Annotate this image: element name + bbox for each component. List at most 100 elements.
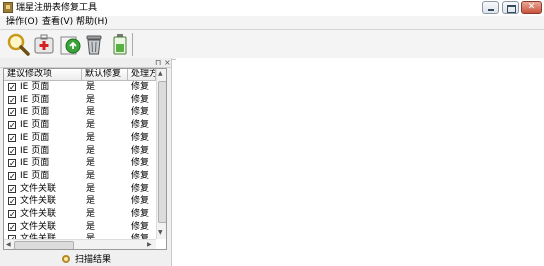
scan-tool-button[interactable]	[6, 32, 30, 56]
table-row[interactable]: ✓ IE 页面 是 修复	[4, 132, 156, 145]
left-panel: ⊓ × 建议修改项 默认修复 处理方 ✓ IE 页面是修复 ✓ IE 页面是修复 ✓ IE…	[0, 58, 172, 266]
delete-tool-button[interactable]	[82, 32, 106, 56]
table-row[interactable]: ✓ 文件关联 是 修复	[4, 221, 156, 234]
row-checkbox[interactable]: ✓	[8, 108, 16, 117]
minimize-button[interactable]	[482, 1, 499, 14]
table-row[interactable]: ✓ IE 页面 是 修复	[4, 170, 156, 183]
row-item: IE 页面	[20, 94, 50, 105]
row-checkbox[interactable]: ✓	[8, 121, 16, 130]
row-default-fix: 是	[86, 107, 96, 118]
repair-list: 建议修改项 默认修复 处理方 ✓ IE 页面是修复 ✓ IE 页面是修复 ✓ IE 页面是…	[3, 68, 167, 250]
pin-icon[interactable]: ⊓	[155, 58, 161, 67]
row-default-fix: 是	[86, 196, 96, 207]
column-header-default-fix[interactable]: 默认修复	[82, 69, 128, 80]
row-checkbox[interactable]: ✓	[8, 146, 16, 155]
scroll-down-icon[interactable]: ▼	[158, 230, 163, 236]
maximize-icon	[507, 5, 516, 13]
row-item: IE 页面	[20, 158, 50, 169]
table-row[interactable]: ✓ 文件关联 是 修复	[4, 183, 156, 196]
row-item: IE 页面	[20, 107, 50, 118]
row-item: IE 页面	[20, 132, 50, 143]
battery-icon	[113, 34, 127, 55]
repair-tool-button[interactable]	[32, 32, 56, 56]
row-default-fix: 是	[86, 145, 96, 156]
scan-result-label: 扫描结果	[75, 255, 112, 265]
toolbar	[0, 29, 544, 60]
row-action: 修复	[131, 132, 150, 143]
table-row[interactable]: ✓ 文件关联 是 修复	[4, 208, 156, 221]
row-checkbox[interactable]: ✓	[8, 95, 16, 104]
table-row[interactable]: ✓ IE 页面 是 修复	[4, 145, 156, 158]
row-checkbox[interactable]: ✓	[8, 133, 16, 142]
restore-icon	[60, 36, 81, 55]
row-default-fix: 是	[86, 221, 96, 232]
row-item: 文件关联	[20, 221, 57, 232]
row-checkbox[interactable]: ✓	[8, 159, 16, 168]
row-default-fix: 是	[86, 158, 96, 169]
menu-bar: 操作(O) 查看(V) 帮助(H)	[0, 16, 544, 29]
app-icon	[3, 2, 13, 13]
minimize-icon	[488, 9, 494, 11]
detail-pane	[176, 58, 544, 266]
row-action: 修复	[131, 196, 150, 207]
row-item: 文件关联	[20, 183, 57, 194]
list-header: 建议修改项 默认修复 处理方	[4, 69, 156, 81]
row-checkbox[interactable]: ✓	[8, 222, 16, 231]
vertical-scrollbar[interactable]: ▲ ▼	[156, 69, 166, 239]
table-row[interactable]: ✓ IE 页面 是 修复	[4, 157, 156, 170]
magnifier-icon	[7, 33, 30, 56]
row-checkbox[interactable]: ✓	[8, 171, 16, 180]
backup-tool-button[interactable]	[108, 32, 132, 56]
row-checkbox[interactable]: ✓	[8, 83, 16, 92]
row-default-fix: 是	[86, 132, 96, 143]
scan-icon	[62, 255, 70, 263]
toolbar-separator	[132, 33, 133, 56]
maximize-button[interactable]	[502, 1, 519, 14]
row-default-fix: 是	[86, 120, 96, 131]
restore-tool-button[interactable]	[58, 32, 82, 56]
panel-close-icon[interactable]: ×	[164, 58, 171, 67]
scroll-left-icon[interactable]: ◀	[6, 241, 11, 248]
horizontal-scrollbar[interactable]: ◀ ▶	[4, 239, 156, 249]
row-action: 修复	[131, 94, 150, 105]
row-default-fix: 是	[86, 183, 96, 194]
row-default-fix: 是	[86, 94, 96, 105]
title-bar: 瑞星注册表修复工具 ✕	[0, 0, 544, 17]
row-checkbox[interactable]: ✓	[8, 210, 16, 219]
column-header-action[interactable]: 处理方	[128, 69, 156, 80]
column-header-item[interactable]: 建议修改项	[4, 69, 82, 80]
table-row[interactable]: ✓ IE 页面 是 修复	[4, 119, 156, 132]
table-row[interactable]: ✓ 文件关联 是 修复	[4, 195, 156, 208]
row-item: IE 页面	[20, 82, 50, 92]
row-item: 文件关联	[20, 196, 57, 207]
row-action: 修复	[131, 209, 150, 219]
row-default-fix: 是	[86, 170, 96, 181]
row-action: 修复	[131, 158, 150, 169]
row-action: 修复	[131, 145, 150, 156]
row-action: 修复	[131, 120, 150, 131]
row-action: 修复	[131, 183, 150, 194]
row-default-fix: 是	[86, 209, 96, 219]
horizontal-scroll-thumb[interactable]	[14, 241, 74, 249]
row-checkbox[interactable]: ✓	[8, 197, 16, 206]
row-action: 修复	[131, 221, 150, 232]
scroll-up-icon[interactable]: ▲	[158, 71, 163, 77]
vertical-scroll-thumb[interactable]	[158, 81, 166, 223]
row-default-fix: 是	[86, 82, 96, 92]
table-row[interactable]: ✓ IE 页面 是 修复	[4, 81, 156, 94]
close-button[interactable]: ✕	[521, 1, 542, 14]
table-row[interactable]: ✓ IE 页面 是 修复	[4, 106, 156, 119]
menu-operate[interactable]: 操作(O)	[6, 17, 38, 28]
scroll-right-icon[interactable]: ▶	[147, 241, 152, 248]
menu-view[interactable]: 查看(V)	[42, 17, 73, 28]
row-checkbox[interactable]: ✓	[8, 184, 16, 193]
row-item: IE 页面	[20, 170, 50, 181]
row-action: 修复	[131, 82, 150, 92]
table-row[interactable]: ✓ IE 页面 是 修复	[4, 94, 156, 107]
row-item: IE 页面	[20, 120, 50, 131]
window-title: 瑞星注册表修复工具	[16, 3, 98, 13]
row-action: 修复	[131, 107, 150, 118]
trash-icon	[86, 35, 102, 55]
close-icon: ✕	[527, 2, 536, 12]
menu-help[interactable]: 帮助(H)	[76, 17, 108, 28]
